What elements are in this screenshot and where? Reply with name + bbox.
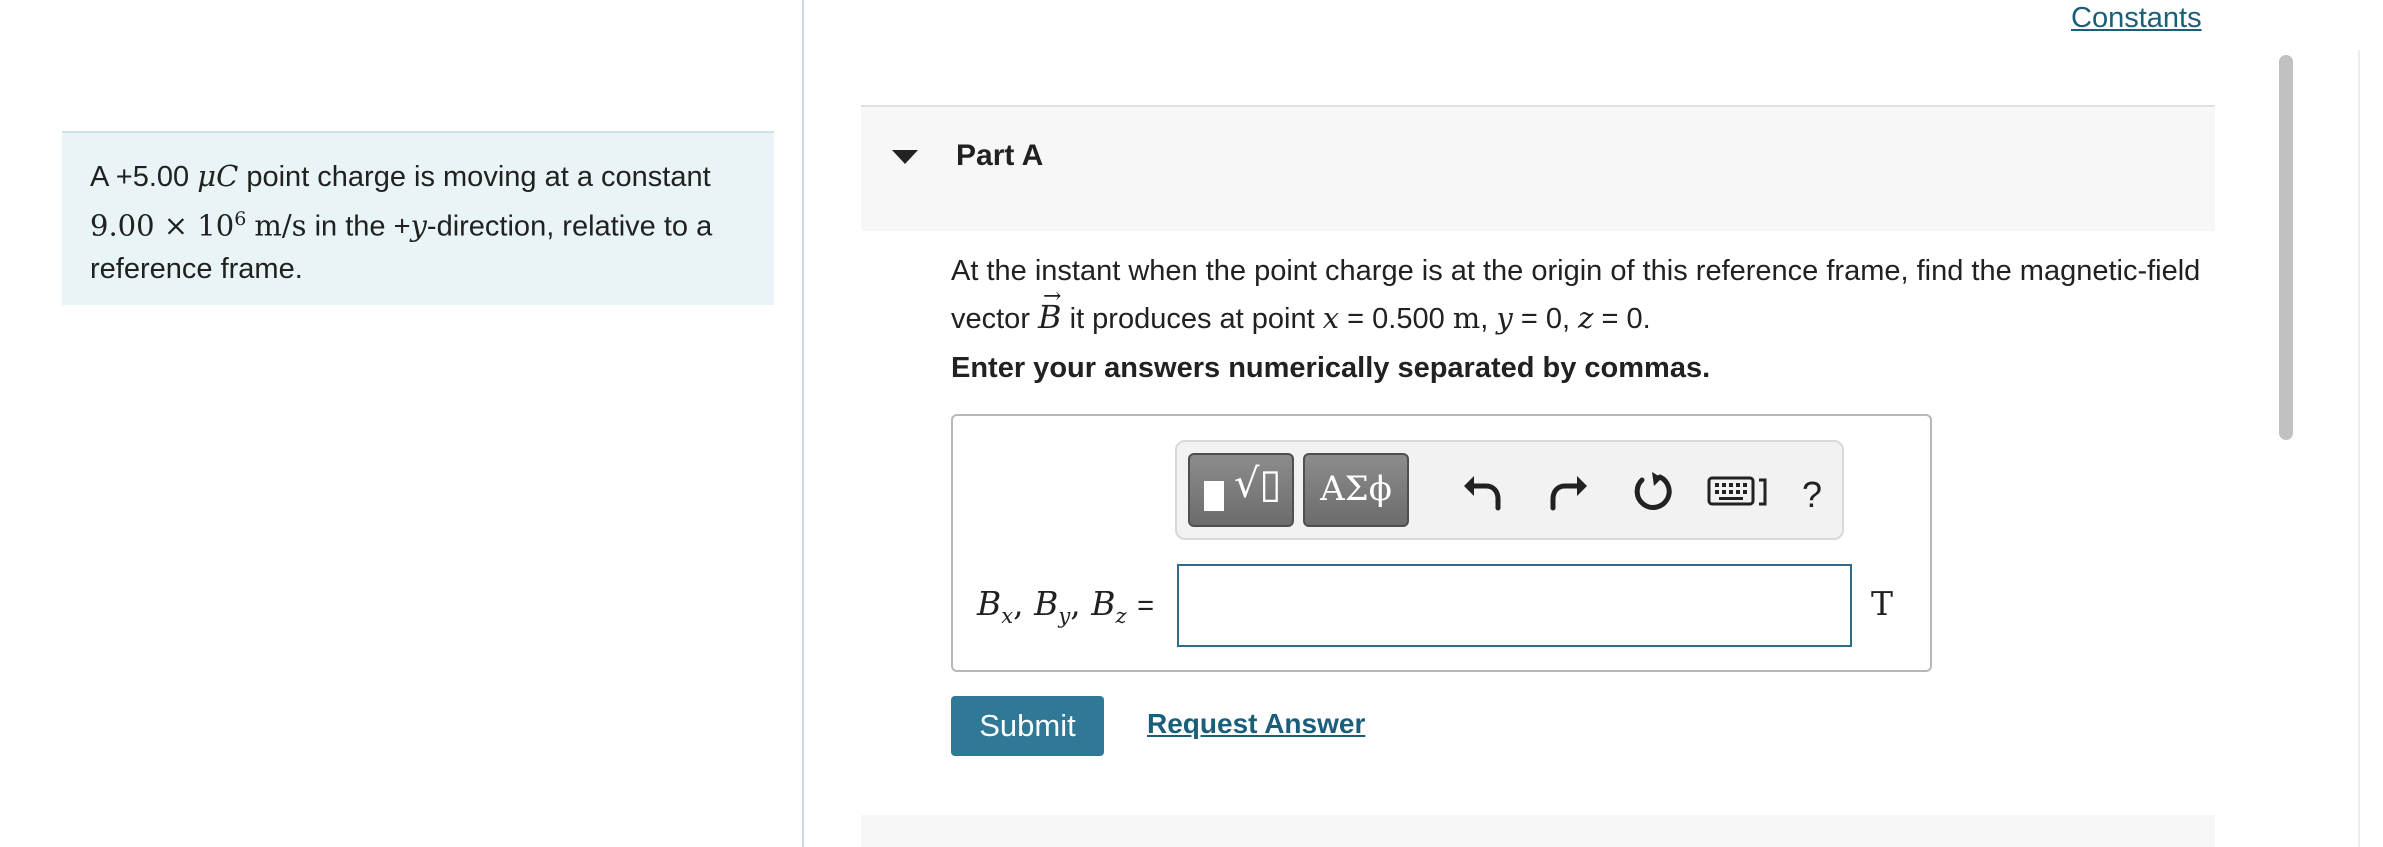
redo-icon[interactable]: [1545, 468, 1591, 514]
direction-pre: in the +: [314, 210, 411, 243]
z-var: z: [1578, 301, 1594, 335]
y-var: y: [1496, 301, 1513, 335]
constants-link[interactable]: Constants: [2071, 2, 2202, 35]
request-answer-link[interactable]: Request Answer: [1147, 708, 1365, 740]
b-vector-symbol: → B: [1038, 284, 1062, 336]
unit-label: T: [1871, 584, 1894, 623]
part-title: Part A: [956, 139, 1044, 172]
problem-line3: reference frame.: [90, 252, 303, 285]
charge-unit: μC: [197, 159, 239, 193]
direction-post: -direction, relative to a: [426, 210, 713, 243]
speed-exponent: 6: [234, 208, 247, 230]
scrollbar-thumb[interactable]: [2279, 55, 2293, 440]
undo-icon[interactable]: [1460, 468, 1506, 514]
x-var: x: [1322, 301, 1340, 335]
submit-button[interactable]: Submit: [951, 696, 1104, 756]
templates-button[interactable]: √▯: [1188, 453, 1294, 527]
next-part-panel: [861, 815, 2215, 847]
problem-prefix: A +5.00: [90, 161, 190, 193]
problem-pane: A +5.00 μC point charge is moving at a c…: [0, 0, 804, 847]
keyboard-icon[interactable]: [1707, 468, 1771, 514]
part-a-header[interactable]: Part A: [861, 105, 2215, 231]
z-value: = 0.: [1601, 303, 1651, 335]
vector-arrow-icon: →: [1043, 284, 1062, 309]
x-value: = 0.500: [1347, 303, 1445, 335]
problem-statement: A +5.00 μC point charge is moving at a c…: [62, 131, 774, 305]
answer-box: √▯ ΑΣϕ ? Bx, By, Bz = T: [951, 414, 1932, 672]
x-unit: m: [1452, 301, 1481, 335]
direction-var: y: [410, 208, 427, 243]
answer-input[interactable]: [1177, 564, 1852, 647]
reset-icon[interactable]: [1630, 468, 1676, 514]
speed-unit: m/s: [254, 208, 307, 243]
vector-label: vector: [951, 303, 1030, 335]
answer-label: Bx, By, Bz =: [977, 584, 1154, 628]
question-text: At the instant when the point charge is …: [951, 255, 2201, 336]
speed-mantissa: 9.00 × 10: [90, 208, 235, 243]
greek-symbols-button[interactable]: ΑΣϕ: [1303, 453, 1409, 527]
math-toolbar: √▯ ΑΣϕ ?: [1175, 440, 1844, 540]
question-mid: it produces at point: [1069, 303, 1315, 335]
help-icon[interactable]: ?: [1802, 474, 1822, 516]
collapse-caret-icon[interactable]: [892, 150, 918, 164]
question-line1: At the instant when the point charge is …: [951, 255, 2201, 287]
instruction-text: Enter your answers numerically separated…: [951, 352, 1711, 384]
y-value: = 0,: [1520, 303, 1571, 335]
templates-icon: [1204, 481, 1224, 511]
problem-mid: point charge is moving at a constant: [246, 161, 711, 193]
